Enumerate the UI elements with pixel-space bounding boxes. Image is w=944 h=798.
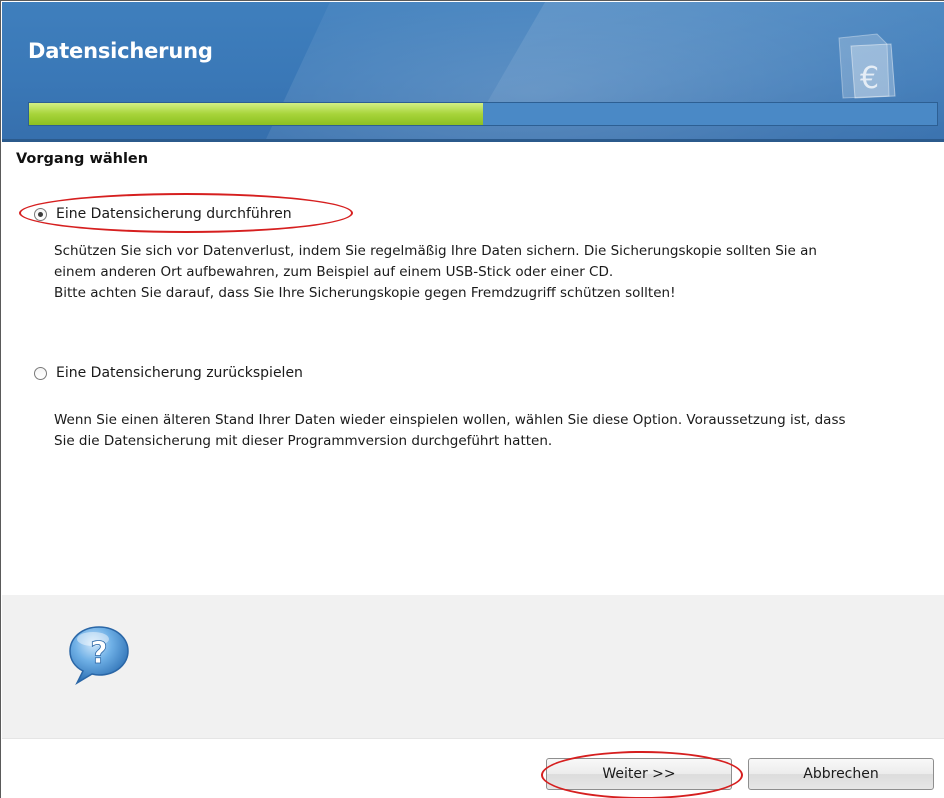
option-restore[interactable]: Eine Datensicherung zurückspielen (34, 365, 303, 381)
help-glyph: ? (90, 636, 107, 671)
radio-restore[interactable] (34, 366, 47, 380)
description-line: Bitte achten Sie darauf, dass Sie Ihre S… (54, 285, 676, 301)
footer-divider (2, 738, 944, 739)
radio-backup[interactable] (34, 207, 47, 221)
wizard-title: Datensicherung (28, 39, 213, 63)
option-backup[interactable]: Eine Datensicherung durchführen (34, 206, 292, 222)
wizard-window: Datensicherung € Vorgang wählen Eine Dat… (0, 0, 944, 798)
option-restore-description: Wenn Sie einen älteren Stand Ihrer Daten… (54, 410, 846, 452)
option-backup-label[interactable]: Eine Datensicherung durchführen (56, 206, 292, 222)
description-line: Schützen Sie sich vor Datenverlust, inde… (54, 243, 817, 259)
cancel-button[interactable]: Abbrechen (748, 758, 934, 790)
description-line: Sie die Datensicherung mit dieser Progra… (54, 433, 553, 449)
option-restore-label[interactable]: Eine Datensicherung zurückspielen (56, 365, 303, 381)
description-line: einem anderen Ort aufbewahren, zum Beisp… (54, 264, 614, 280)
next-button[interactable]: Weiter >> (546, 758, 732, 790)
header-divider (2, 139, 944, 142)
wizard-progress-fill (29, 103, 483, 125)
question-speech-bubble-icon[interactable]: ? (64, 621, 134, 691)
option-backup-description: Schützen Sie sich vor Datenverlust, inde… (54, 241, 817, 304)
help-panel (2, 595, 944, 738)
wizard-progress-bar (28, 102, 938, 126)
wizard-header: Datensicherung € (2, 2, 944, 141)
euro-glyph: € (860, 61, 879, 96)
section-title: Vorgang wählen (16, 151, 149, 167)
euro-document-icon: € (838, 33, 896, 99)
description-line: Wenn Sie einen älteren Stand Ihrer Daten… (54, 412, 846, 428)
